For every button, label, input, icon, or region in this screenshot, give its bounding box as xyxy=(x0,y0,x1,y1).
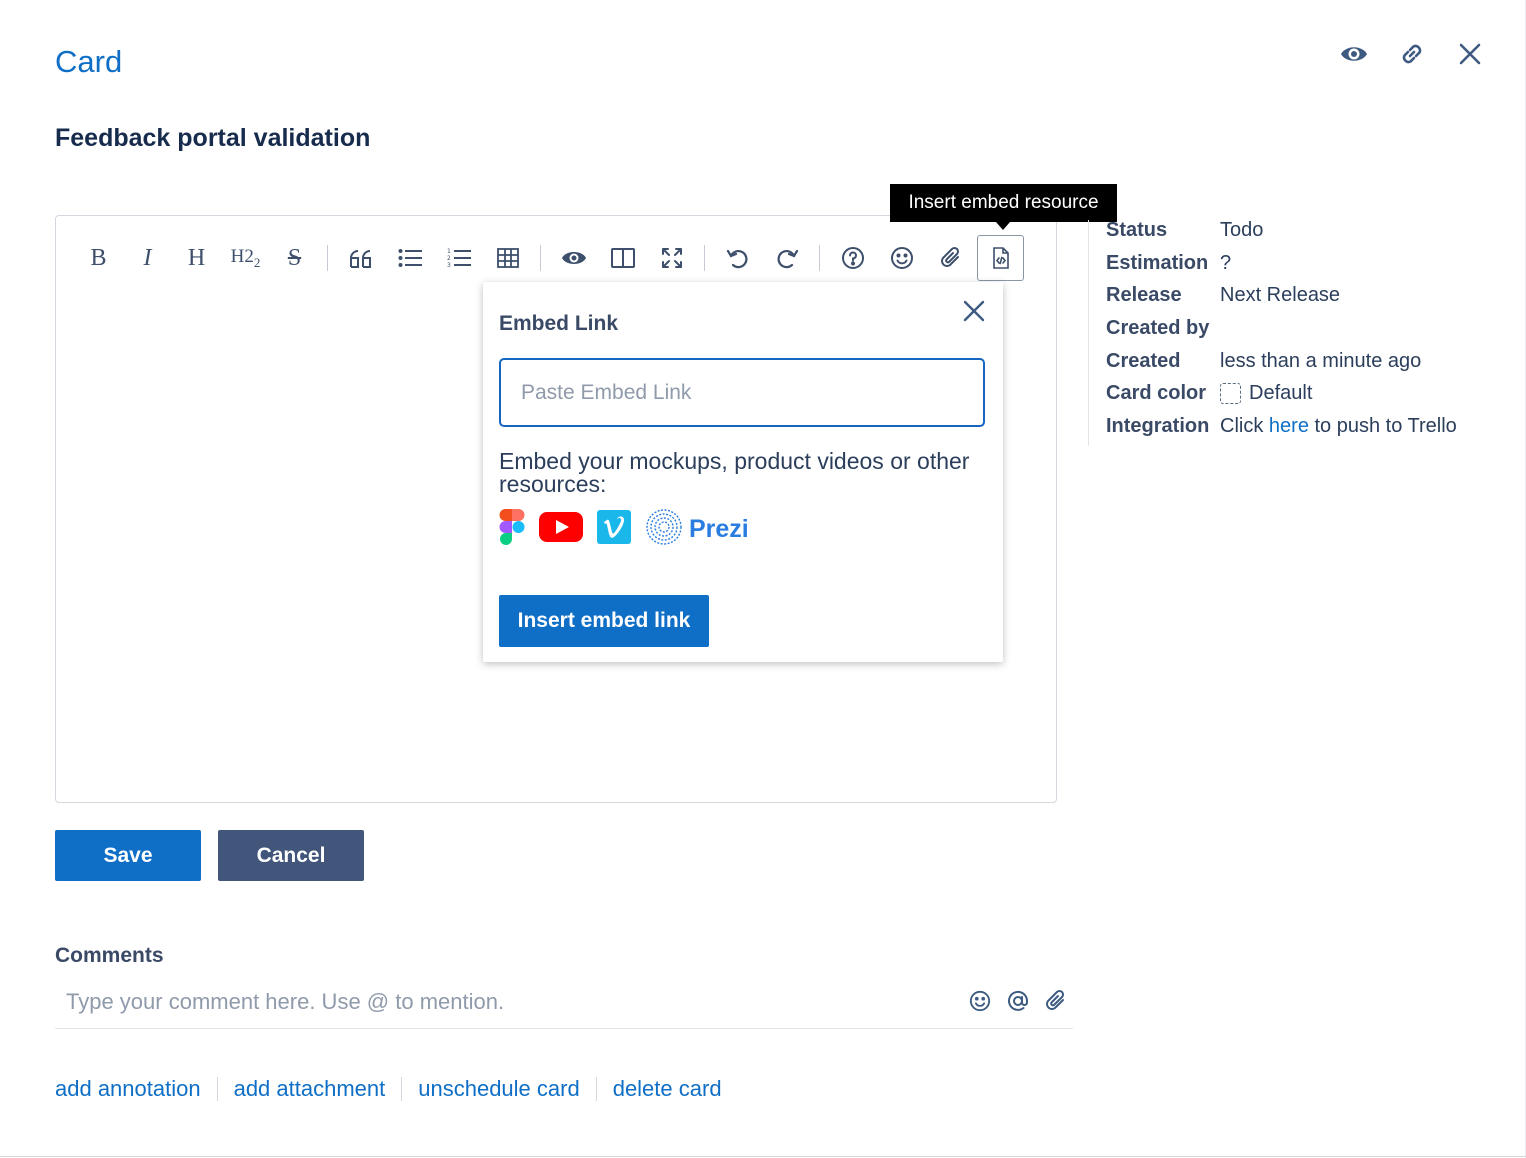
toolbar-separator xyxy=(819,245,820,271)
integration-value: Click here to push to Trello xyxy=(1220,415,1457,438)
integration-label: Integration xyxy=(1106,414,1210,437)
card-color-value: Default xyxy=(1249,382,1313,405)
meta-row-created: Created less than a minute ago xyxy=(1106,345,1457,378)
status-value[interactable]: Todo xyxy=(1220,219,1263,242)
toolbar-separator xyxy=(327,245,328,271)
bottom-divider xyxy=(0,1156,1526,1157)
help-icon[interactable] xyxy=(830,235,875,281)
card-actions: add annotation add attachment unschedule… xyxy=(55,1076,722,1102)
integration-prefix: Click xyxy=(1220,414,1264,437)
add-attachment-link[interactable]: add attachment xyxy=(234,1076,386,1102)
paperclip-icon[interactable] xyxy=(1043,988,1069,1014)
emoji-icon[interactable] xyxy=(967,988,993,1014)
editor-toolbar: B I H H22 S 123 xyxy=(76,234,1028,282)
popup-close-icon[interactable] xyxy=(963,300,985,327)
fullscreen-icon[interactable] xyxy=(649,235,694,281)
heading-smaller-icon[interactable]: H22 xyxy=(223,235,268,281)
action-separator xyxy=(401,1077,403,1101)
insert-embed-link-button[interactable]: Insert embed link xyxy=(499,595,709,647)
meta-row-integration: Integration Click here to push to Trello xyxy=(1106,410,1457,443)
close-icon[interactable] xyxy=(1454,38,1486,70)
add-annotation-link[interactable]: add annotation xyxy=(55,1076,201,1102)
meta-row-card-color: Card color Default xyxy=(1106,377,1457,410)
link-icon[interactable] xyxy=(1396,38,1428,70)
comments-heading: Comments xyxy=(55,944,164,967)
meta-row-created-by: Created by xyxy=(1106,312,1457,345)
release-label: Release xyxy=(1106,284,1182,307)
heading-icon[interactable]: H xyxy=(174,235,219,281)
card-heading: Feedback portal validation xyxy=(55,124,371,152)
table-icon[interactable] xyxy=(485,235,530,281)
sidebar-divider xyxy=(1088,220,1089,446)
strikethrough-icon[interactable]: S xyxy=(272,235,317,281)
svg-text:1: 1 xyxy=(447,248,451,255)
created-label: Created xyxy=(1106,349,1181,372)
svg-text:2: 2 xyxy=(447,255,451,262)
undo-icon[interactable] xyxy=(715,235,760,281)
release-value[interactable]: Next Release xyxy=(1220,284,1340,307)
page-title: Card xyxy=(55,44,123,79)
action-separator xyxy=(595,1077,597,1101)
embed-provider-logos: Prezi xyxy=(499,508,749,551)
side-by-side-icon[interactable] xyxy=(600,235,645,281)
embed-resource-icon[interactable] xyxy=(977,235,1024,281)
figma-icon xyxy=(499,508,525,551)
meta-row-release: Release Next Release xyxy=(1106,279,1457,312)
popup-title: Embed Link xyxy=(499,312,619,335)
meta-row-status: Status Todo xyxy=(1106,214,1457,247)
integration-here-link[interactable]: here xyxy=(1269,415,1309,438)
delete-card-link[interactable]: delete card xyxy=(613,1076,722,1102)
toolbar-separator xyxy=(540,245,541,271)
prezi-label: Prezi xyxy=(689,515,749,543)
integration-suffix: to push to Trello xyxy=(1314,414,1457,437)
embed-link-input[interactable] xyxy=(499,358,985,427)
prezi-icon xyxy=(645,508,683,551)
italic-icon[interactable]: I xyxy=(125,235,170,281)
comment-tools xyxy=(967,988,1069,1014)
paperclip-icon[interactable] xyxy=(928,235,973,281)
comment-box xyxy=(55,980,1073,1029)
embed-link-popup: Embed Link Embed your mockups, product v… xyxy=(483,282,1003,662)
estimation-label: Estimation xyxy=(1106,251,1209,274)
created-by-label: Created by xyxy=(1106,316,1210,339)
redo-icon[interactable] xyxy=(764,235,809,281)
created-value: less than a minute ago xyxy=(1220,349,1422,372)
status-label: Status xyxy=(1106,218,1168,241)
tooltip-arrow xyxy=(996,222,1010,230)
svg-text:3: 3 xyxy=(447,262,451,269)
mention-icon[interactable] xyxy=(1005,988,1031,1014)
youtube-icon xyxy=(539,512,583,547)
unordered-list-icon[interactable] xyxy=(387,235,432,281)
ordered-list-icon[interactable]: 123 xyxy=(436,235,481,281)
color-swatch[interactable] xyxy=(1220,383,1241,405)
save-button[interactable]: Save xyxy=(55,830,201,881)
unschedule-card-link[interactable]: unschedule card xyxy=(418,1076,579,1102)
card-meta: Status Todo Estimation ? Release Next Re… xyxy=(1106,214,1457,443)
embed-tooltip: Insert embed resource xyxy=(890,184,1117,222)
embed-description: Embed your mockups, product videos or ot… xyxy=(499,448,970,497)
emoji-icon[interactable] xyxy=(879,235,924,281)
meta-row-estimation: Estimation ? xyxy=(1106,247,1457,280)
action-separator xyxy=(216,1077,218,1101)
comment-input[interactable] xyxy=(55,980,955,1024)
vimeo-icon xyxy=(597,510,631,549)
estimation-value[interactable]: ? xyxy=(1220,252,1231,275)
preview-icon[interactable] xyxy=(551,235,596,281)
header-actions xyxy=(1338,38,1486,70)
bold-icon[interactable]: B xyxy=(76,235,121,281)
quote-icon[interactable] xyxy=(338,235,383,281)
toolbar-separator xyxy=(704,245,705,271)
card-color-label: Card color xyxy=(1106,382,1207,405)
eye-icon[interactable] xyxy=(1338,38,1370,70)
cancel-button[interactable]: Cancel xyxy=(218,830,364,881)
card-color-picker[interactable]: Default xyxy=(1220,382,1312,405)
